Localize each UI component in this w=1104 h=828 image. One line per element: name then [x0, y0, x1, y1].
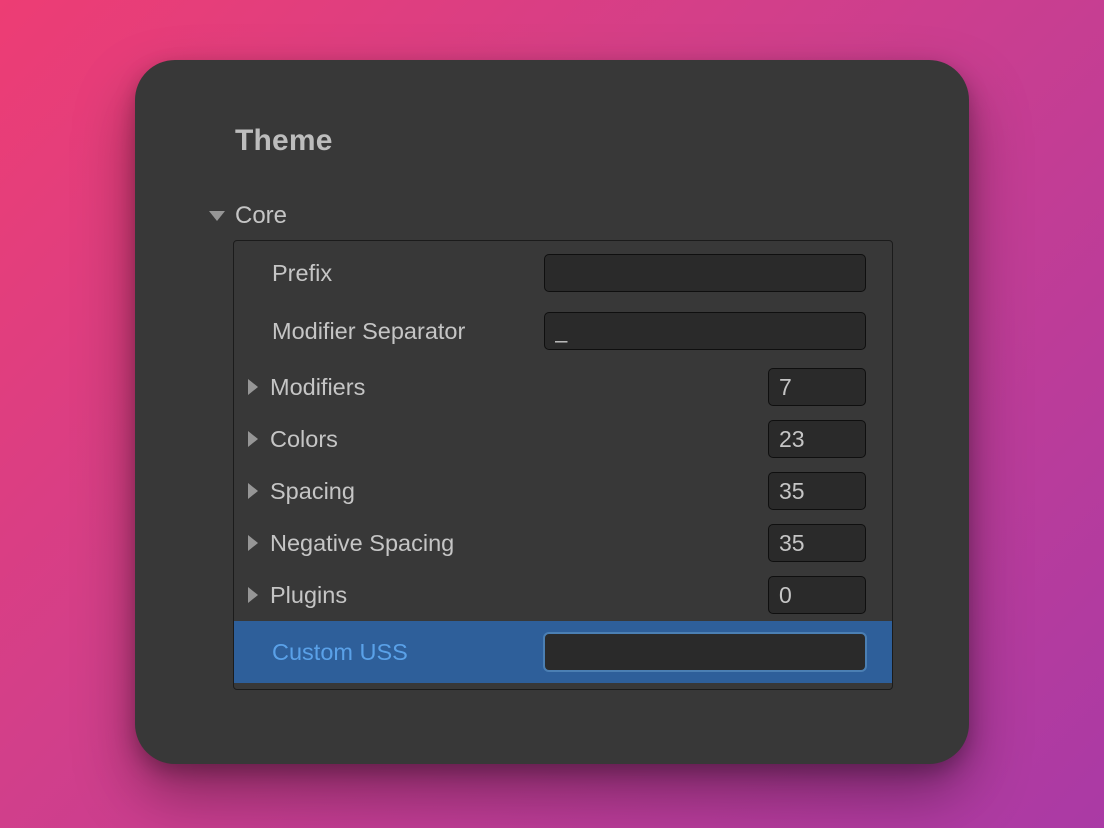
section-core-label: Core: [235, 202, 287, 230]
label-colors: Colors: [270, 426, 338, 453]
row-colors: Colors: [234, 413, 892, 465]
foldout-negative-spacing[interactable]: Negative Spacing: [248, 530, 758, 557]
custom-uss-object-field[interactable]: [544, 633, 866, 671]
section-core-container: Prefix Modifier Separator Modifiers: [233, 240, 893, 690]
chevron-right-icon: [248, 431, 258, 447]
foldout-plugins[interactable]: Plugins: [248, 582, 758, 609]
plugins-count-input[interactable]: [768, 576, 866, 614]
chevron-right-icon: [248, 535, 258, 551]
negative-spacing-count-input[interactable]: [768, 524, 866, 562]
label-spacing: Spacing: [270, 478, 355, 505]
row-plugins: Plugins: [234, 569, 892, 621]
chevron-right-icon: [248, 483, 258, 499]
panel-title: Theme: [235, 124, 333, 158]
foldout-spacing[interactable]: Spacing: [248, 478, 758, 505]
label-custom-uss: Custom USS: [248, 639, 408, 666]
row-prefix: Prefix: [234, 241, 892, 301]
label-modifiers: Modifiers: [270, 374, 365, 401]
label-negative-spacing: Negative Spacing: [270, 530, 454, 557]
panel-inner: Theme Core Prefix Modifier Separator Mod…: [135, 60, 969, 764]
modifier-separator-input[interactable]: [544, 312, 866, 350]
chevron-right-icon: [248, 587, 258, 603]
label-modifier-separator: Modifier Separator: [248, 318, 465, 345]
modifiers-count-input[interactable]: [768, 368, 866, 406]
row-modifiers: Modifiers: [234, 361, 892, 413]
inspector-panel: Theme Core Prefix Modifier Separator Mod…: [135, 60, 969, 764]
row-modifier-separator: Modifier Separator: [234, 301, 892, 361]
foldout-colors[interactable]: Colors: [248, 426, 758, 453]
label-prefix: Prefix: [248, 260, 332, 287]
foldout-modifiers[interactable]: Modifiers: [248, 374, 758, 401]
label-plugins: Plugins: [270, 582, 347, 609]
row-spacing: Spacing: [234, 465, 892, 517]
row-negative-spacing: Negative Spacing: [234, 517, 892, 569]
section-core-foldout[interactable]: Core: [209, 202, 287, 230]
prefix-input[interactable]: [544, 254, 866, 292]
spacing-count-input[interactable]: [768, 472, 866, 510]
chevron-down-icon: [209, 211, 225, 221]
colors-count-input[interactable]: [768, 420, 866, 458]
row-custom-uss[interactable]: Custom USS: [234, 621, 892, 683]
chevron-right-icon: [248, 379, 258, 395]
